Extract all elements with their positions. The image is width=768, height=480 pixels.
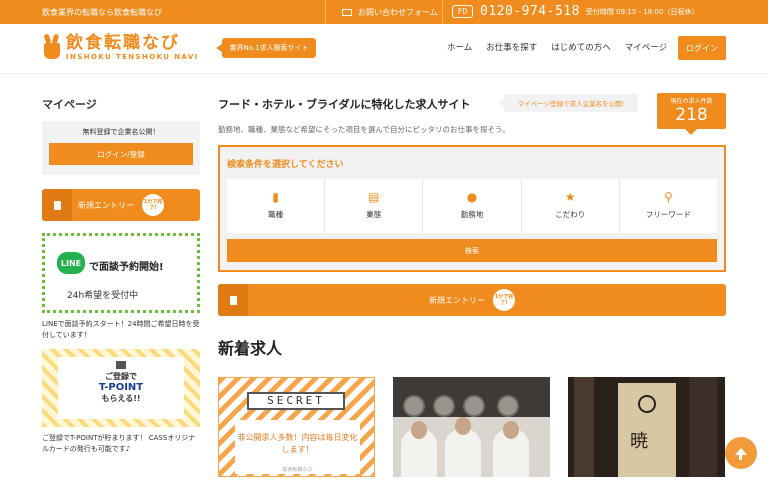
- job-card-restaurant-photo[interactable]: 暁: [568, 377, 725, 477]
- main-title: フード・ホテル・ブライダルに特化した求人サイト: [218, 98, 471, 111]
- logo-text-en: INSHOKU TENSHOKU NAVI: [66, 53, 199, 61]
- line-banner[interactable]: LINE で面談予約開始! 24h希望を受付中: [42, 233, 200, 313]
- tpoint-line1: ご登録で: [105, 372, 137, 381]
- restaurant-sign-kanji: 暁: [630, 431, 648, 452]
- secret-plate: SECRET: [247, 392, 345, 410]
- sidebar-entry-button[interactable]: 新規エントリー 1分で完了!: [42, 189, 200, 221]
- one-minute-badge: 1分で完了!: [493, 289, 515, 311]
- phone-number[interactable]: 0120-974-518: [480, 4, 580, 19]
- badge-icon: ▮: [272, 190, 279, 204]
- new-jobs-title: 新着求人: [218, 339, 283, 358]
- site-logo[interactable]: 飲食転職なび INSHOKU TENSHOKU NAVI: [42, 33, 199, 61]
- contact-form-link[interactable]: お問い合わせフォーム: [325, 0, 443, 24]
- freedial-icon: FD: [452, 5, 473, 18]
- business-hours: 受付時間 09:15 - 18:00（日祝休）: [585, 7, 699, 16]
- search-icon: ⚲: [664, 190, 673, 204]
- job-card-secret[interactable]: SECRET 非公開求人多数！内容は毎日変化します！ 飲食転職なび: [218, 377, 375, 477]
- crest-icon: [638, 395, 656, 413]
- mail-icon: [342, 8, 352, 16]
- search-category-location[interactable]: ● 勤務地: [423, 179, 521, 233]
- nav-home[interactable]: ホーム: [447, 41, 472, 53]
- line-banner-headline: で面談予約開始!: [89, 262, 164, 273]
- login-button[interactable]: ログイン: [678, 36, 726, 60]
- category-label: 勤務地: [460, 210, 484, 219]
- job-card-kitchen-photo[interactable]: [393, 377, 550, 477]
- rabbit-logo-icon: [42, 33, 62, 60]
- search-category-business-type[interactable]: ▤ 業態: [325, 179, 423, 233]
- search-category-job-type[interactable]: ▮ 職種: [227, 179, 325, 233]
- one-minute-badge: 1分で完了!: [142, 194, 164, 216]
- job-count-badge: 現在の求人件数 218: [657, 93, 726, 135]
- tpoint-caption: ご登録でT-POINTが貯まります！ CASSオリジナルカードの発行も可能です♪: [42, 434, 196, 453]
- scroll-to-top-button[interactable]: [725, 437, 757, 469]
- secret-message: 非公開求人多数！内容は毎日変化します！ 飲食転職なび: [235, 420, 360, 474]
- site-header: 飲食転職なび INSHOKU TENSHOKU NAVI 業界No.1求人検索サ…: [0, 24, 768, 74]
- tpoint-line2: T-POINT: [98, 382, 144, 393]
- line-banner-sub: 24h希望を受付中: [67, 291, 139, 301]
- main-content: フード・ホテル・ブライダルに特化した求人サイト マイページ登録で求人企業名を公開…: [218, 93, 726, 477]
- search-panel-label: 検索条件を選択してください: [227, 160, 344, 170]
- tpoint-line3: もらえる!!: [101, 394, 141, 403]
- login-register-button[interactable]: ログイン/登録: [49, 143, 193, 165]
- contact-form-label: お問い合わせフォーム: [358, 7, 438, 17]
- entry-label: 新規エントリー: [78, 200, 134, 210]
- register-box: 無料登録で企業名公開！ ログイン/登録: [42, 121, 200, 175]
- register-text: 無料登録で企業名公開！: [82, 128, 160, 136]
- no1-badge: 業界No.1求人検索サイト: [216, 38, 316, 58]
- job-count-value: 218: [675, 105, 708, 125]
- nav-mypage[interactable]: マイページ: [625, 41, 667, 53]
- tpoint-banner[interactable]: ご登録で T-POINT もらえる!!: [42, 349, 200, 427]
- gift-icon: [116, 361, 126, 369]
- line-logo-icon: LINE: [57, 252, 85, 274]
- nav-first-time[interactable]: はじめての方へ: [551, 41, 611, 53]
- search-category-preferences[interactable]: ★ こだわり: [521, 179, 619, 233]
- category-label: 職種: [268, 210, 284, 219]
- search-category-freeword[interactable]: ⚲ フリーワード: [619, 179, 718, 233]
- document-icon: [218, 284, 248, 316]
- star-icon: ★: [564, 190, 576, 204]
- category-label: 業態: [366, 210, 382, 219]
- search-button[interactable]: 検索: [227, 239, 717, 262]
- new-jobs-list: SECRET 非公開求人多数！内容は毎日変化します！ 飲食転職なび 暁: [218, 377, 726, 477]
- phone-info[interactable]: FD 0120-974-518 受付時間 09:15 - 18:00（日祝休）: [452, 4, 698, 19]
- site-tagline: 飲食業界の転職なら飲食転職なび: [42, 8, 162, 17]
- mypage-title: マイページ: [42, 98, 97, 111]
- logo-text-jp: 飲食転職なび: [66, 33, 180, 53]
- secret-message-text: 非公開求人多数！内容は毎日変化します！: [237, 433, 358, 454]
- secret-small-logo: 飲食転職なび: [282, 467, 313, 473]
- main-entry-button[interactable]: 新規エントリー 1分で完了!: [218, 284, 726, 316]
- building-icon: ▤: [368, 190, 380, 204]
- category-label: フリーワード: [645, 210, 691, 219]
- mypage-promo-pill: マイページ登録で求人企業名を公開!: [499, 94, 638, 112]
- nav-find-jobs[interactable]: お仕事を探す: [486, 41, 537, 53]
- line-caption: LINEで面談予約スタート！24時間ご希望日時を受付しています！: [42, 320, 200, 339]
- search-panel: 検索条件を選択してください ▮ 職種 ▤ 業態 ● 勤務地 ★ こだわり ⚲ フ…: [218, 145, 726, 272]
- top-bar: 飲食業界の転職なら飲食転職なび お問い合わせフォーム FD 0120-974-5…: [0, 0, 768, 24]
- pin-icon: ●: [466, 190, 478, 204]
- search-categories: ▮ 職種 ▤ 業態 ● 勤務地 ★ こだわり ⚲ フリーワード: [227, 179, 718, 233]
- main-nav: ホーム お仕事を探す はじめての方へ マイページ: [447, 41, 681, 53]
- category-label: こだわり: [555, 210, 586, 219]
- entry-label: 新規エントリー: [429, 295, 485, 305]
- sidebar: マイページ 無料登録で企業名公開！ ログイン/登録 新規エントリー 1分で完了!…: [42, 96, 200, 455]
- document-icon: [42, 189, 72, 221]
- job-count-label: 現在の求人件数: [670, 98, 713, 105]
- main-description: 勤務地、職種、業態など希望にそった項目を選んで自分にピッタリのお仕事を探そう。: [218, 125, 510, 134]
